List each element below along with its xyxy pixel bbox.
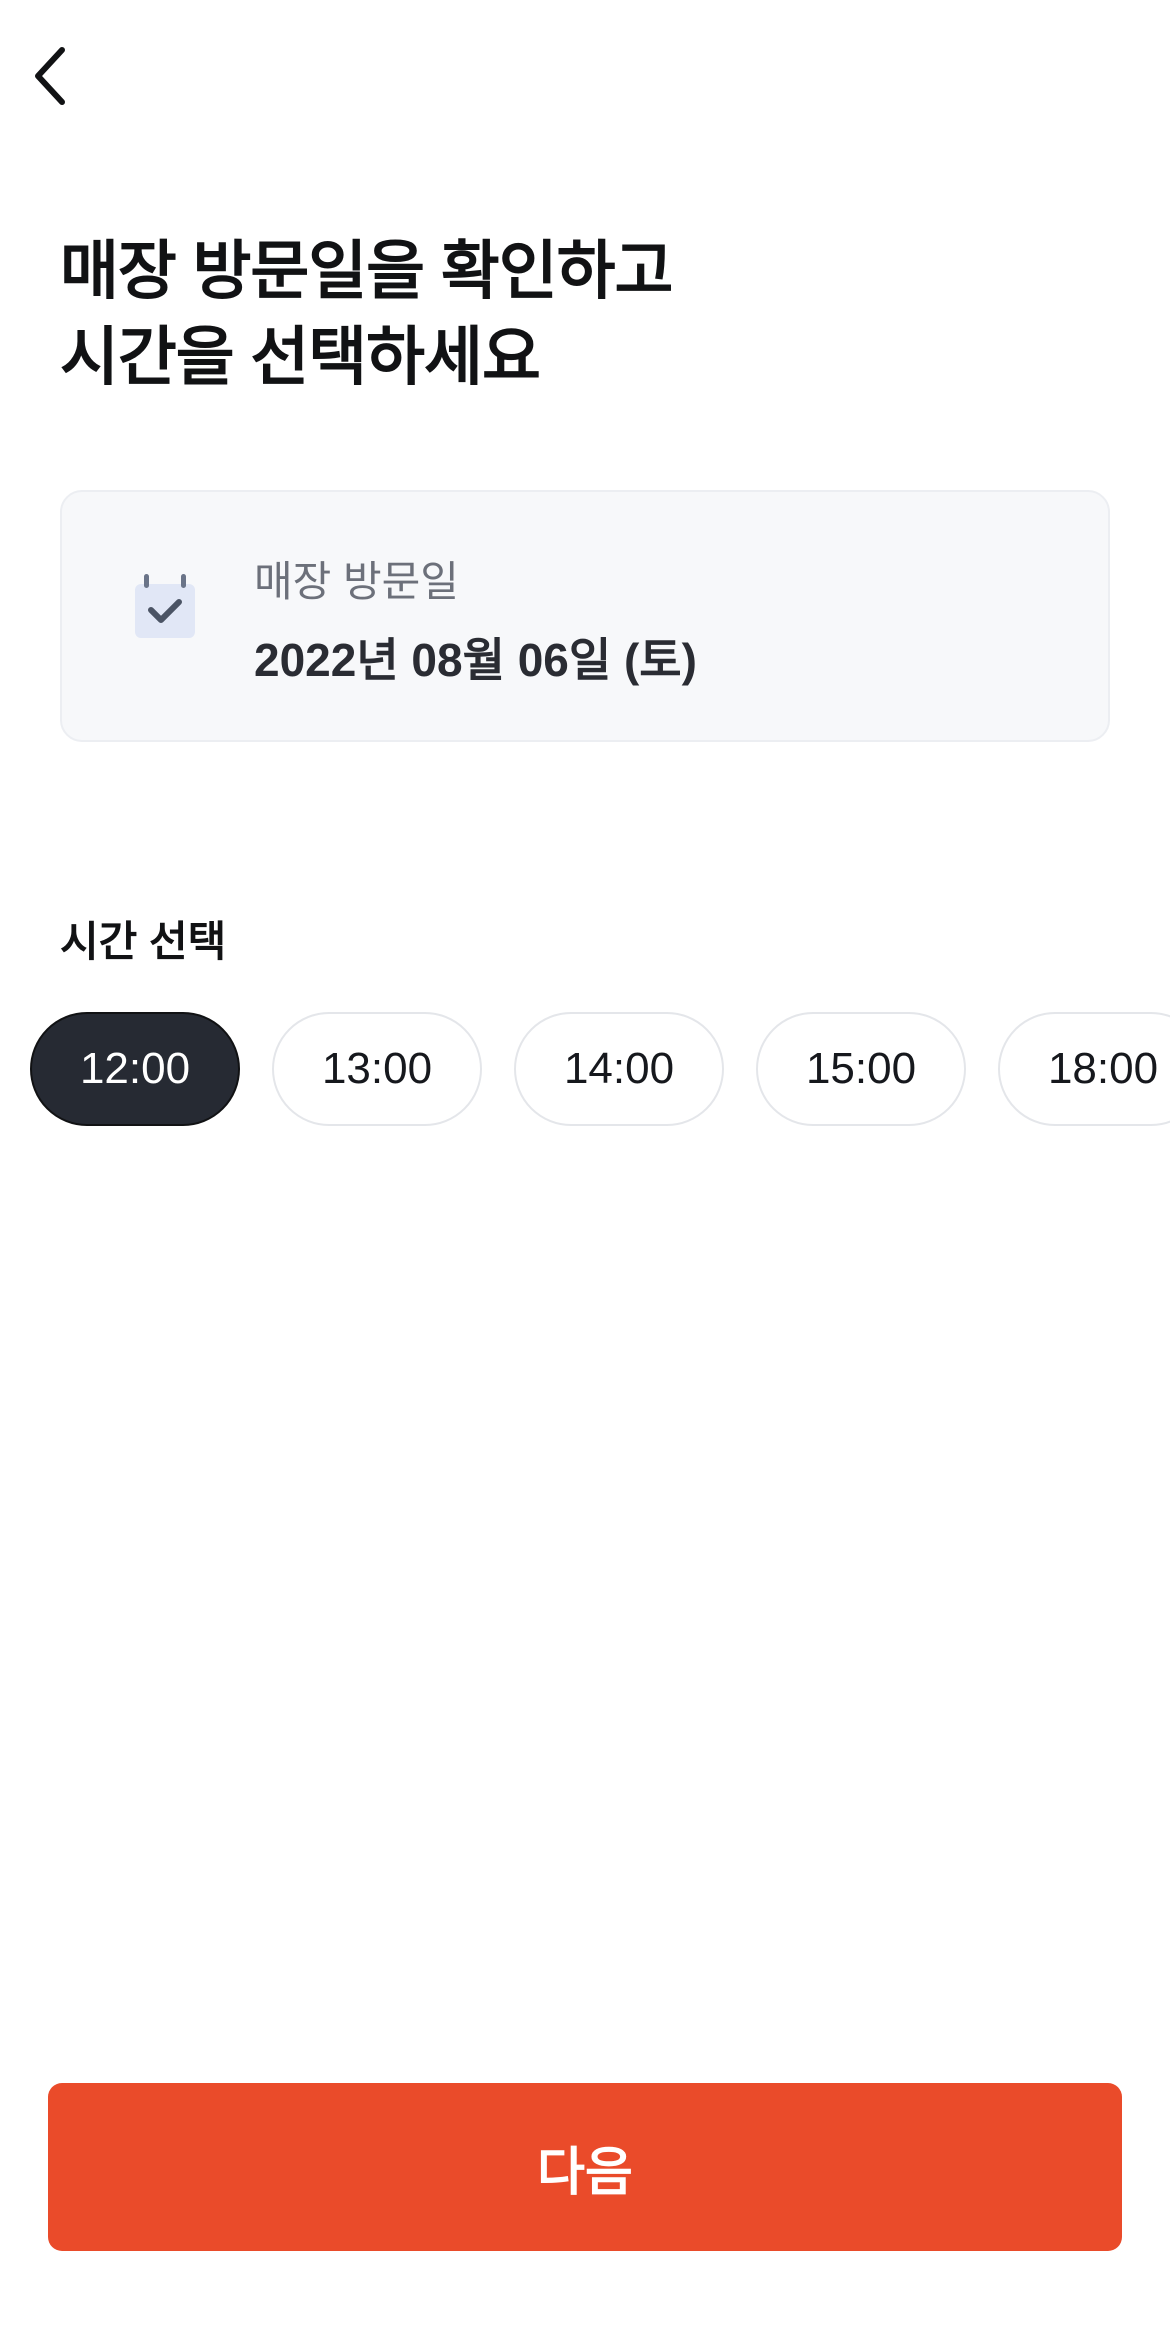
calendar-check-icon [135,574,195,638]
back-button[interactable] [18,36,82,116]
chevron-left-icon [35,47,65,105]
page-title: 매장 방문일을 확인하고 시간을 선택하세요 [60,228,1110,400]
visit-time-screen: 매장 방문일을 확인하고 시간을 선택하세요 매장 방문일 2022년 08월 … [0,0,1170,2343]
time-slot-chip[interactable]: 14:00 [514,1012,724,1126]
next-button[interactable]: 다음 [48,2083,1122,2251]
page-title-line-2: 시간을 선택하세요 [60,321,541,393]
time-slot-chip[interactable]: 15:00 [756,1012,966,1126]
time-slot-list: 12:00 13:00 14:00 15:00 18:00 [30,1012,1170,1126]
time-slot-chip[interactable]: 18:00 [998,1012,1170,1126]
visit-date-value: 2022년 08월 06일 (토) [254,634,697,686]
time-slot-chip[interactable]: 12:00 [30,1012,240,1126]
time-slot-chip[interactable]: 13:00 [272,1012,482,1126]
visit-date-label: 매장 방문일 [254,558,459,605]
visit-date-card: 매장 방문일 2022년 08월 06일 (토) [60,490,1110,742]
time-section-title: 시간 선택 [60,918,227,965]
page-title-line-1: 매장 방문일을 확인하고 [60,235,673,307]
